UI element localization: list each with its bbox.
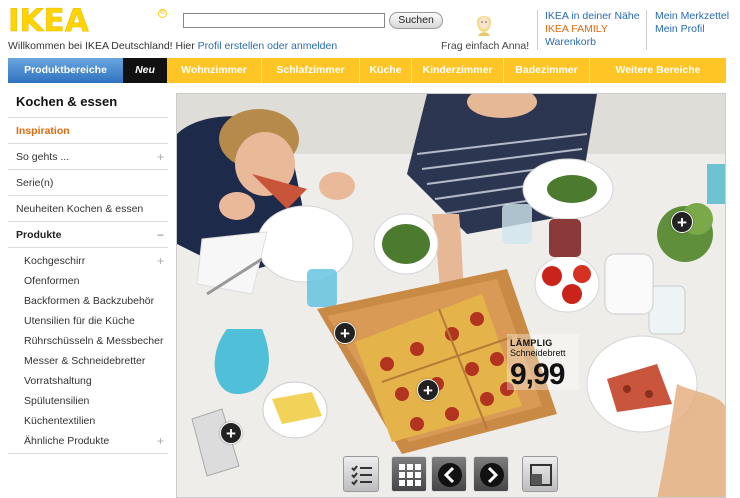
- hotspot-plus-button[interactable]: +: [671, 211, 693, 233]
- sidebar-subitem-label: Messer & Schneidebretter: [24, 355, 146, 367]
- grid-view-button[interactable]: [391, 456, 427, 492]
- list-view-button[interactable]: [343, 456, 379, 492]
- sidebar-item-label: Produkte: [16, 229, 62, 241]
- sidebar-subitem-label: Spülutensilien: [24, 395, 90, 407]
- nav-weitere-bereiche[interactable]: Weitere Bereiche: [590, 58, 726, 83]
- sidebar-item-label: Neuheiten Kochen & essen: [16, 203, 144, 215]
- sidebar-item-label: Serie(n): [16, 177, 54, 189]
- anna-assistant-icon[interactable]: [472, 10, 496, 38]
- checklist-icon: [351, 465, 372, 486]
- collapse-icon[interactable]: −: [157, 222, 164, 248]
- nav-wohnzimmer[interactable]: Wohnzimmer: [167, 58, 262, 83]
- sidebar-subitem-aehnliche-produkte[interactable]: Ähnliche Produkte +: [8, 431, 168, 454]
- sidebar-subitem-messer[interactable]: Messer & Schneidebretter: [8, 351, 168, 371]
- assistant-label: Frag einfach Anna!: [441, 40, 530, 52]
- profile-link[interactable]: Profil erstellen oder anmelden: [198, 40, 338, 52]
- sidebar-subitem-vorratshaltung[interactable]: Vorratshaltung: [8, 371, 168, 391]
- grid-icon: [399, 464, 421, 486]
- product-tag[interactable]: LÄMPLIG Schneidebrett: [510, 338, 566, 358]
- wishlist-link[interactable]: Mein Merkzettel: [655, 10, 729, 23]
- sidebar-item-produkte[interactable]: Produkte −: [8, 222, 168, 248]
- hotspot-plus-button[interactable]: +: [220, 422, 242, 444]
- sidebar-subitem-label: Utensilien für die Küche: [24, 315, 135, 327]
- sidebar-subitem-ruehrschuesseln[interactable]: Rührschüsseln & Messbecher: [8, 331, 168, 351]
- next-button[interactable]: [473, 456, 509, 492]
- window-icon: [530, 464, 552, 486]
- sidebar: Kochen & essen Inspiration So gehts ... +…: [8, 87, 168, 454]
- search-button[interactable]: Suchen: [389, 12, 443, 29]
- search-input[interactable]: [183, 13, 385, 28]
- sidebar-subitem-label: Ähnliche Produkte: [24, 435, 110, 447]
- sidebar-subitem-label: Backformen & Backzubehör: [24, 295, 155, 307]
- header-links-account: Mein Merkzettel Mein Profil: [655, 10, 729, 36]
- sidebar-item-so-gehts[interactable]: So gehts ... +: [8, 144, 168, 170]
- welcome-message: Willkommen bei IKEA Deutschland! Hier Pr…: [8, 40, 337, 52]
- sidebar-item-label: So gehts ...: [16, 151, 70, 163]
- sidebar-subitem-ofenformen[interactable]: Ofenformen: [8, 271, 168, 291]
- sidebar-subitem-kochgeschirr[interactable]: Kochgeschirr +: [8, 251, 168, 271]
- sidebar-subitem-backformen[interactable]: Backformen & Backzubehör: [8, 291, 168, 311]
- hero-image: LÄMPLIG Schneidebrett 9,99 + + + +: [176, 93, 726, 498]
- arrow-left-icon: [438, 463, 462, 487]
- expand-icon[interactable]: +: [157, 431, 164, 451]
- sidebar-item-neuheiten[interactable]: Neuheiten Kochen & essen: [8, 196, 168, 222]
- expand-icon[interactable]: +: [157, 251, 164, 271]
- sidebar-subitem-label: Kochgeschirr: [24, 255, 86, 267]
- pizza-scene-illustration: [177, 94, 725, 497]
- header-divider: [646, 10, 647, 50]
- sidebar-item-inspiration[interactable]: Inspiration: [8, 118, 168, 144]
- product-name: LÄMPLIG: [510, 338, 553, 348]
- header-divider: [537, 10, 538, 50]
- product-price: 9,99: [510, 358, 565, 391]
- product-description: Schneidebrett: [510, 348, 566, 358]
- logo-text: IKEA: [8, 3, 89, 40]
- previous-button[interactable]: [431, 456, 467, 492]
- ikea-family-link[interactable]: IKEA FAMILY: [545, 23, 640, 36]
- sidebar-subitem-label: Vorratshaltung: [24, 375, 92, 387]
- nav-schlafzimmer[interactable]: Schlafzimmer: [262, 58, 360, 83]
- nav-kueche[interactable]: Küche: [360, 58, 412, 83]
- store-locator-link[interactable]: IKEA in deiner Nähe: [545, 10, 640, 23]
- sidebar-item-serien[interactable]: Serie(n): [8, 170, 168, 196]
- window-view-button[interactable]: [522, 456, 558, 492]
- nav-badezimmer[interactable]: Badezimmer: [504, 58, 590, 83]
- nav-kinderzimmer[interactable]: Kinderzimmer: [412, 58, 504, 83]
- registered-mark: ®: [158, 9, 167, 18]
- sidebar-title: Kochen & essen: [8, 87, 168, 118]
- hotspot-plus-button[interactable]: +: [334, 322, 356, 344]
- sidebar-item-label: Inspiration: [16, 125, 70, 137]
- main-nav: Produktbereiche Neu Wohnzimmer Schlafzim…: [8, 58, 726, 83]
- cart-link[interactable]: Warenkorb: [545, 36, 640, 49]
- my-profile-link[interactable]: Mein Profil: [655, 23, 729, 36]
- hotspot-plus-button[interactable]: +: [417, 379, 439, 401]
- nav-neu[interactable]: Neu: [123, 58, 167, 83]
- header-links-primary: IKEA in deiner Nähe IKEA FAMILY Warenkor…: [545, 10, 640, 49]
- sidebar-subitem-spuelutensilien[interactable]: Spülutensilien: [8, 391, 168, 411]
- expand-icon[interactable]: +: [157, 144, 164, 170]
- arrow-right-icon: [480, 463, 504, 487]
- welcome-text: Willkommen bei IKEA Deutschland! Hier: [8, 40, 195, 52]
- sidebar-subitem-utensilien[interactable]: Utensilien für die Küche: [8, 311, 168, 331]
- nav-produktbereiche[interactable]: Produktbereiche: [8, 58, 123, 83]
- sidebar-subitem-label: Rührschüsseln & Messbecher: [24, 335, 164, 347]
- sidebar-subitem-label: Ofenformen: [24, 275, 80, 287]
- sidebar-subitem-label: Küchentextilien: [24, 415, 96, 427]
- sidebar-subitem-kuechentextilien[interactable]: Küchentextilien: [8, 411, 168, 431]
- ikea-logo[interactable]: IKEA ®: [8, 3, 167, 40]
